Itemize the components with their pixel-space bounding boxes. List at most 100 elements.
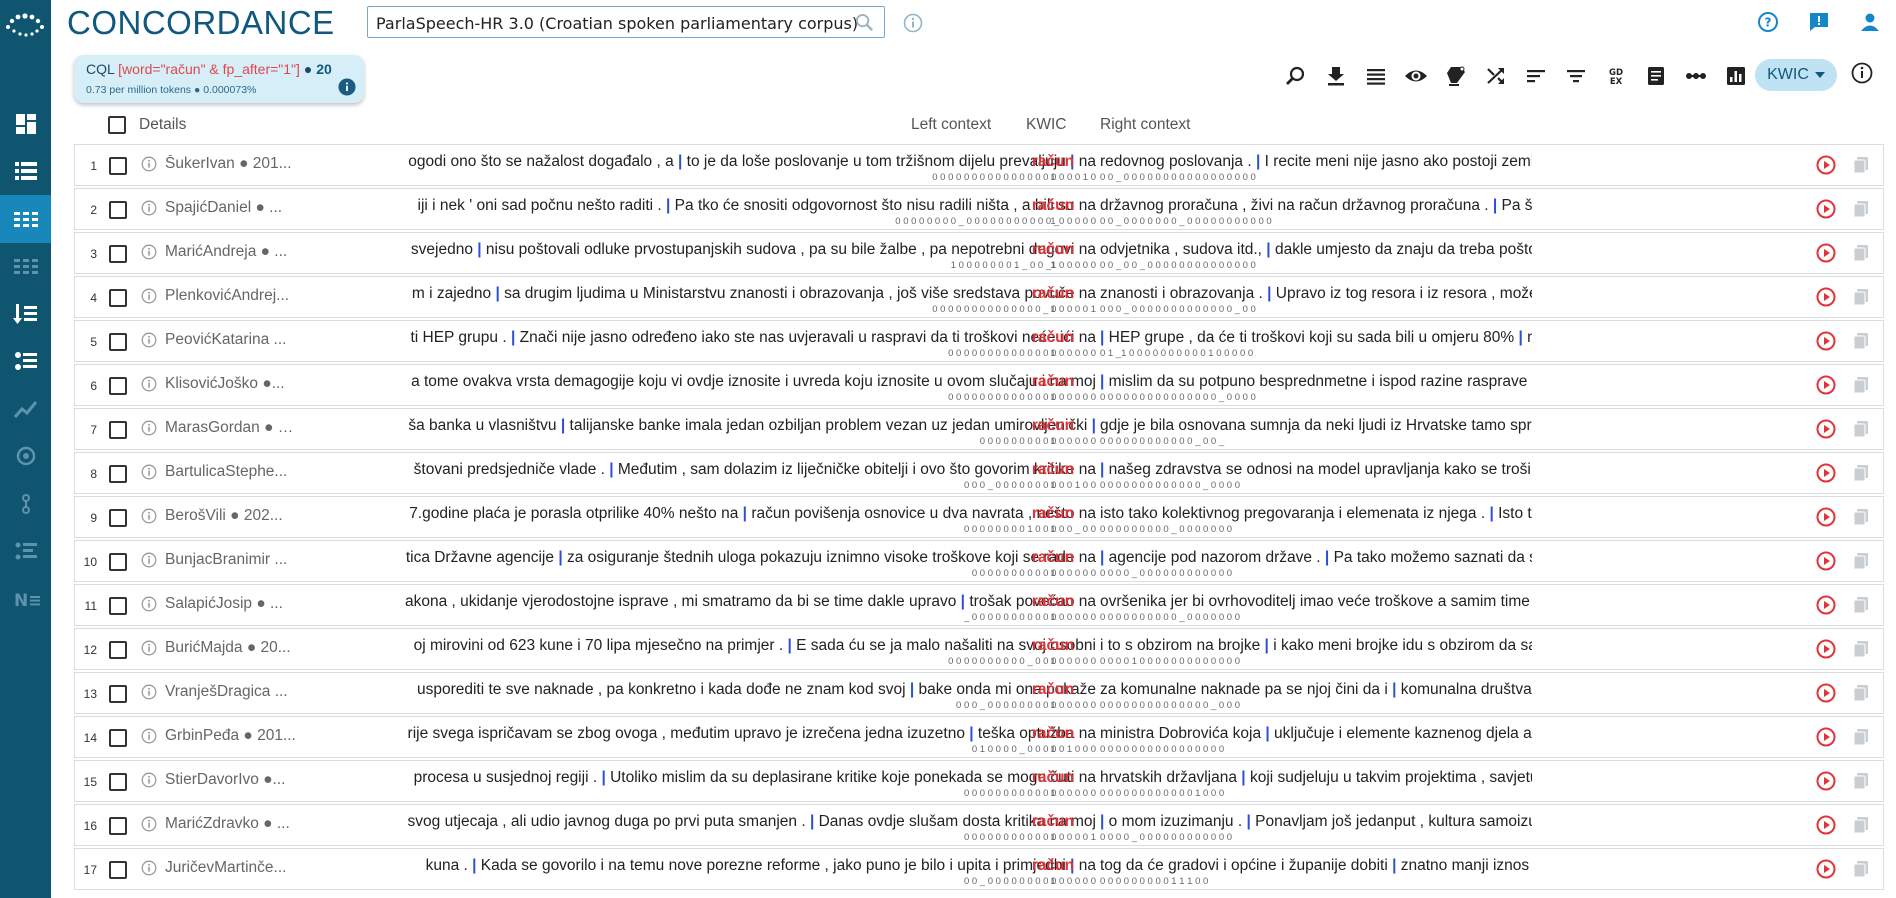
- speaker-detail[interactable]: GrbinPeđa ● 201...: [165, 727, 297, 745]
- copy-icon[interactable]: [1851, 815, 1871, 840]
- right-context[interactable]: državnog proračuna , živi na račun držav…: [1100, 197, 1532, 215]
- left-context[interactable]: usporediti te sve naknade , pa konkretno…: [310, 681, 1096, 699]
- speaker-detail[interactable]: VranješDragica ...: [165, 683, 297, 701]
- row-info-icon[interactable]: [141, 244, 157, 265]
- row-checkbox[interactable]: [109, 729, 127, 747]
- query-info-icon[interactable]: [338, 78, 356, 101]
- left-context[interactable]: kuna . | Kada se govorilo i na temu nove…: [310, 857, 1096, 875]
- right-context[interactable]: gdje je bila osnovana sumnja da neki lju…: [1100, 417, 1532, 435]
- kwic-word[interactable]: račun: [1023, 461, 1083, 479]
- speaker-detail[interactable]: PlenkovićAndrej...: [165, 287, 297, 305]
- left-context[interactable]: štovani predsjedniče vlade . | Međutim ,…: [310, 461, 1096, 479]
- kwic-word[interactable]: račun: [1023, 549, 1083, 567]
- table-row[interactable]: 17 JuričevMartinče... kuna . | Kada se gov…: [74, 848, 1884, 890]
- left-context[interactable]: iji i nek ' oni sad počnu nešto raditi .…: [310, 197, 1096, 215]
- row-checkbox[interactable]: [109, 333, 127, 351]
- refine-search-button[interactable]: [1282, 62, 1310, 90]
- row-checkbox[interactable]: [109, 465, 127, 483]
- row-checkbox[interactable]: [109, 289, 127, 307]
- view-mode-dropdown[interactable]: KWIC: [1755, 59, 1837, 91]
- left-context[interactable]: m i zajedno | sa drugim ljudima u Minist…: [310, 285, 1096, 303]
- kwic-word[interactable]: račun: [1023, 241, 1083, 259]
- copy-icon[interactable]: [1851, 771, 1871, 796]
- kwic-word[interactable]: račun: [1023, 681, 1083, 699]
- right-context[interactable]: isto tako kolektivnog pregovaranja i ele…: [1100, 505, 1532, 523]
- table-row[interactable]: 6 KlisovićJoško ●... a tome ovakva vrsta d…: [74, 364, 1884, 406]
- play-audio-icon[interactable]: [1816, 419, 1836, 444]
- table-row[interactable]: 11 SalapićJosip ● ... akona , ukidanje vje…: [74, 584, 1884, 626]
- play-audio-icon[interactable]: [1816, 199, 1836, 224]
- app-logo[interactable]: [0, 0, 51, 50]
- right-context[interactable]: tog da će gradovi i općine i županije do…: [1100, 857, 1532, 875]
- table-row[interactable]: 5 PeovićKatarina ... ti HEP grupu . | Znač…: [74, 320, 1884, 362]
- row-checkbox[interactable]: [109, 245, 127, 263]
- row-info-icon[interactable]: [141, 200, 157, 221]
- nav-dashboard[interactable]: [0, 100, 51, 148]
- speaker-detail[interactable]: StierDavorIvo ●...: [165, 771, 297, 789]
- details-header[interactable]: Details: [139, 116, 186, 134]
- speaker-detail[interactable]: SalapićJosip ● ...: [165, 595, 297, 613]
- right-context[interactable]: | agencije pod nazorom države . | Pa tak…: [1100, 549, 1532, 567]
- row-info-icon[interactable]: [141, 332, 157, 353]
- left-context[interactable]: akona , ukidanje vjerodostojne isprave ,…: [310, 593, 1096, 611]
- table-row[interactable]: 3 MarićAndreja ● ... svejedno | nisu pošto…: [74, 232, 1884, 274]
- nav-wordlist[interactable]: [0, 290, 51, 338]
- row-checkbox[interactable]: [109, 685, 127, 703]
- table-row[interactable]: 4 PlenkovićAndrej... m i zajedno | sa drug…: [74, 276, 1884, 318]
- kwic-word[interactable]: račun: [1023, 197, 1083, 215]
- right-context[interactable]: hrvatskih državljana | koji sudjeluju u …: [1100, 769, 1532, 787]
- left-context[interactable]: a tome ovakva vrsta demagogije koju vi o…: [310, 373, 1096, 391]
- kwic-word[interactable]: račun: [1023, 857, 1083, 875]
- right-context[interactable]: | HEP grupe , da će ti troškovi koji su …: [1100, 329, 1532, 347]
- kwic-word[interactable]: račun: [1023, 593, 1083, 611]
- table-row[interactable]: 13 VranješDragica ... usporediti te sve na…: [74, 672, 1884, 714]
- row-info-icon[interactable]: [141, 376, 157, 397]
- right-context[interactable]: | našeg zdravstva se odnosi na model upr…: [1100, 461, 1532, 479]
- play-audio-icon[interactable]: [1816, 771, 1836, 796]
- shuffle-button[interactable]: [1482, 62, 1510, 90]
- speaker-detail[interactable]: BartulicaStephe...: [165, 463, 297, 481]
- speaker-detail[interactable]: MarasGordan ● 2...: [165, 419, 297, 437]
- play-audio-icon[interactable]: [1816, 727, 1836, 752]
- play-audio-icon[interactable]: [1816, 859, 1836, 884]
- table-row[interactable]: 7 MarasGordan ● 2... ša banka u vlasništvu…: [74, 408, 1884, 450]
- play-audio-icon[interactable]: [1816, 287, 1836, 312]
- play-audio-icon[interactable]: [1816, 815, 1836, 840]
- table-row[interactable]: 10 BunjacBranimir ... tica Državne agencij…: [74, 540, 1884, 582]
- kwic-word[interactable]: račun: [1023, 637, 1083, 655]
- row-checkbox[interactable]: [109, 421, 127, 439]
- row-info-icon[interactable]: [141, 552, 157, 573]
- nav-concordance[interactable]: [0, 195, 51, 243]
- speaker-detail[interactable]: KlisovićJoško ●...: [165, 375, 297, 393]
- right-context[interactable]: ovršenika jer bi ovrhovoditelj imao veće…: [1100, 593, 1532, 611]
- frequency-button[interactable]: [1722, 62, 1750, 90]
- left-context[interactable]: ti HEP grupu . | Znači nije jasno određe…: [310, 329, 1096, 347]
- right-context-header[interactable]: Right context: [1100, 116, 1190, 134]
- table-row[interactable]: 12 BurićMajda ● 20... oj mirovini od 623 k…: [74, 628, 1884, 670]
- left-context[interactable]: ogodi ono što se nažalost događalo , a |…: [310, 153, 1096, 171]
- right-context[interactable]: | mislim da su potpuno besprednmetne i i…: [1100, 373, 1532, 391]
- kwic-word[interactable]: račun: [1023, 813, 1083, 831]
- copy-icon[interactable]: [1851, 727, 1871, 752]
- corpus-info-icon[interactable]: [903, 13, 923, 38]
- speaker-detail[interactable]: JuričevMartinče...: [165, 859, 297, 877]
- select-all-checkbox[interactable]: [108, 116, 126, 134]
- nav-keywords[interactable]: [0, 433, 51, 481]
- speaker-detail[interactable]: BunjacBranimir ...: [165, 551, 297, 569]
- kwic-word[interactable]: račun: [1023, 505, 1083, 523]
- row-checkbox[interactable]: [109, 157, 127, 175]
- download-button[interactable]: [1322, 62, 1350, 90]
- nav-ner[interactable]: N≡: [0, 575, 51, 623]
- left-context[interactable]: rije svega ispričavam se zbog ovoga , me…: [310, 725, 1096, 743]
- copy-icon[interactable]: [1851, 463, 1871, 488]
- right-context[interactable]: odvjetnika , sudova itd., | dakle umjest…: [1100, 241, 1532, 259]
- copy-icon[interactable]: [1851, 595, 1871, 620]
- table-row[interactable]: 15 StierDavorIvo ●... procesa u susjednoj …: [74, 760, 1884, 802]
- left-context[interactable]: ša banka u vlasništvu | talijanske banke…: [310, 417, 1096, 435]
- table-row[interactable]: 1 ŠukerIvan ● 201... ogodi ono što se naža…: [74, 144, 1884, 186]
- play-audio-icon[interactable]: [1816, 639, 1836, 664]
- nav-parallel-concordance[interactable]: [0, 243, 51, 291]
- row-info-icon[interactable]: [141, 860, 157, 881]
- row-info-icon[interactable]: [141, 156, 157, 177]
- row-checkbox[interactable]: [109, 201, 127, 219]
